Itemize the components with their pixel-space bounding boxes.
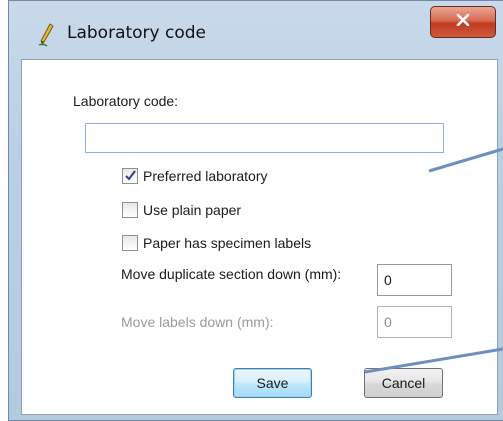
use-plain-paper-label: Use plain paper (143, 202, 242, 218)
duplicate-section-label: Move duplicate section down (mm): (121, 266, 342, 282)
labels-down-label: Move labels down (mm): (121, 314, 274, 330)
duplicate-section-input[interactable] (377, 264, 452, 296)
close-icon (456, 13, 470, 31)
specimen-labels-label: Paper has specimen labels (143, 235, 312, 251)
preferred-laboratory-checkbox[interactable] (122, 168, 138, 184)
cancel-button[interactable]: Cancel (364, 368, 443, 398)
close-button[interactable] (430, 6, 496, 38)
window-title: Laboratory code (67, 23, 207, 43)
save-button[interactable]: Save (233, 368, 312, 398)
dialog-body: Laboratory code: Preferred laboratory Us… (21, 59, 498, 415)
preferred-laboratory-label: Preferred laboratory (143, 168, 268, 184)
checkmark-icon (125, 170, 136, 181)
pencil-icon (37, 23, 55, 47)
laboratory-code-input[interactable] (85, 123, 444, 153)
use-plain-paper-checkbox[interactable] (122, 202, 138, 218)
laboratory-code-label: Laboratory code: (73, 93, 179, 109)
specimen-labels-checkbox[interactable] (122, 235, 138, 251)
labels-down-input[interactable] (377, 306, 452, 338)
title-bar[interactable]: Laboratory code (9, 1, 503, 59)
dialog-window: Laboratory code Laboratory code: Preferr… (8, 0, 503, 421)
